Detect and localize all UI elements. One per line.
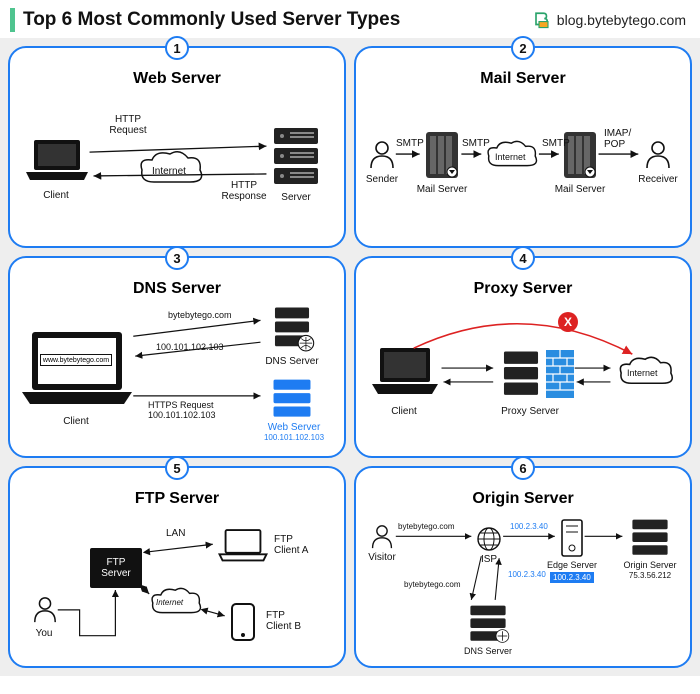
brand: blog.bytebytego.com — [533, 11, 686, 29]
panel-number: 2 — [511, 36, 535, 60]
arrows — [18, 306, 336, 446]
title-accent-bar — [10, 8, 15, 32]
https-request-label: HTTPS Request 100.101.102.103 — [148, 400, 216, 420]
panel-dns-server: 3 DNS Server www.bytebytego.com Client D… — [8, 256, 346, 458]
panel-title: Mail Server — [364, 70, 682, 88]
http-request-label: HTTP Request — [109, 114, 146, 136]
imap-pop-label: IMAP/ POP — [604, 128, 631, 150]
diagram-origin-server: Visitor ISP Edge Server Origin Server 75… — [364, 516, 682, 656]
panel-ftp-server: 5 FTP Server You FTP Server FTP Client A… — [8, 466, 346, 668]
diagram-dns-server: www.bytebytego.com Client DNS Server Web… — [18, 306, 336, 446]
arrows — [18, 516, 336, 656]
arrows — [364, 306, 682, 446]
page-title: Top 6 Most Commonly Used Server Types — [23, 9, 400, 31]
panel-title: FTP Server — [18, 490, 336, 508]
panel-origin-server: 6 Origin Server Visitor ISP Edge Server … — [354, 466, 692, 668]
brand-logo-icon — [533, 11, 551, 29]
diagram-mail-server: Sender Mail Server Internet Mail Server … — [364, 96, 682, 236]
blocked-icon: X — [558, 312, 578, 332]
http-response-label: HTTP Response — [221, 180, 266, 202]
panel-number: 3 — [165, 246, 189, 270]
diagram-ftp-server: You FTP Server FTP Client A FTP Client B… — [18, 516, 336, 656]
panel-number: 4 — [511, 246, 535, 270]
panel-title: DNS Server — [18, 280, 336, 298]
title-wrap: Top 6 Most Commonly Used Server Types — [10, 8, 400, 32]
arrows — [18, 96, 336, 236]
ip-label: 100.2.3.40 — [510, 522, 548, 531]
panel-title: Origin Server — [364, 490, 682, 508]
brand-text: blog.bytebytego.com — [557, 12, 686, 28]
panel-number: 6 — [511, 456, 535, 480]
header: Top 6 Most Commonly Used Server Types bl… — [0, 0, 700, 38]
smtp-label: SMTP — [542, 138, 570, 149]
edge-ip-label: 100.2.3.40 — [550, 572, 594, 583]
arrows — [364, 96, 682, 236]
domain-label: bytebytego.com — [168, 310, 232, 320]
panel-title: Web Server — [18, 70, 336, 88]
diagram-proxy-server: Client Proxy Server Internet — [364, 306, 682, 446]
panel-web-server: 1 Web Server Client Internet Server HTTP… — [8, 46, 346, 248]
domain-label: bytebytego.com — [404, 580, 460, 589]
panel-proxy-server: 4 Proxy Server Client Proxy Server Inter… — [354, 256, 692, 458]
ip-label: 100.101.102.103 — [156, 342, 224, 352]
panel-grid: 1 Web Server Client Internet Server HTTP… — [8, 46, 692, 668]
smtp-label: SMTP — [396, 138, 424, 149]
panel-mail-server: 2 Mail Server Sender Mail Server Interne… — [354, 46, 692, 248]
smtp-label: SMTP — [462, 138, 490, 149]
panel-number: 1 — [165, 36, 189, 60]
diagram-web-server: Client Internet Server HTTP Request HTTP… — [18, 96, 336, 236]
diagram-container: 1 Web Server Client Internet Server HTTP… — [0, 38, 700, 676]
ip-label: 100.2.3.40 — [508, 570, 546, 579]
panel-title: Proxy Server — [364, 280, 682, 298]
panel-number: 5 — [165, 456, 189, 480]
domain-label: bytebytego.com — [398, 522, 454, 531]
